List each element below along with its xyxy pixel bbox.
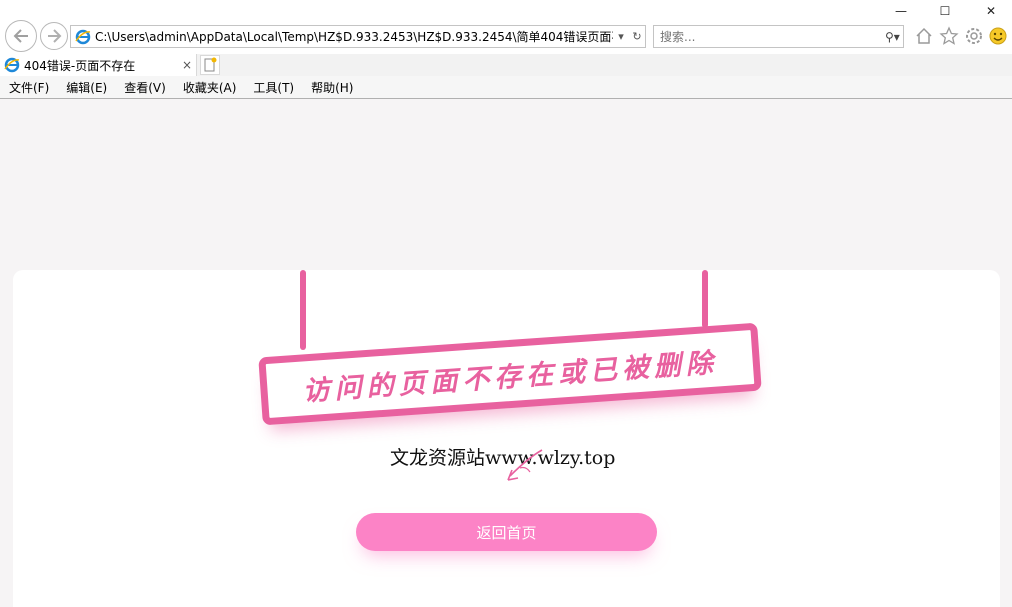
home-icon[interactable] [914,26,934,46]
ie-tab-icon [4,57,20,73]
refresh-icon[interactable]: ↻ [629,30,645,43]
address-text[interactable]: C:\Users\admin\AppData\Local\Temp\HZ$D.9… [95,28,613,45]
minimize-button[interactable]: — [886,4,916,22]
sign-string-right [702,270,708,328]
back-button[interactable] [5,20,37,52]
decorative-arrow-icon [507,449,543,481]
tab-active[interactable]: 404错误-页面不存在 × [0,54,197,76]
menu-tools[interactable]: 工具(T) [244,79,302,96]
new-tab-glyph [204,57,217,72]
maximize-button[interactable]: ☐ [930,4,960,22]
menu-help[interactable]: 帮助(H) [302,79,361,96]
error-message: 访问的页面不存在或已被删除 [301,347,719,407]
forward-arrow-icon [48,29,62,43]
return-home-button[interactable]: 返回首页 [356,513,657,551]
favorites-star-icon[interactable] [939,26,959,46]
menu-view[interactable]: 查看(V) [115,79,174,96]
forward-button[interactable] [40,22,68,50]
menu-file[interactable]: 文件(F) [0,79,57,96]
menu-bar: 文件(F) 编辑(E) 查看(V) 收藏夹(A) 工具(T) 帮助(H) [0,76,1012,99]
sign-string-left [300,270,306,350]
smiley-feedback-icon[interactable] [988,26,1008,46]
menu-favorites[interactable]: 收藏夹(A) [174,79,245,96]
back-arrow-icon [13,29,28,43]
dropdown-icon[interactable]: ▾ [613,30,629,43]
address-bar[interactable]: C:\Users\admin\AppData\Local\Temp\HZ$D.9… [70,25,646,48]
ie-page-icon [75,29,91,44]
content-card [13,270,1000,607]
tab-bar: 404错误-页面不存在 × [0,54,1012,76]
search-box[interactable]: ⚲▾ [653,25,904,48]
search-input[interactable] [654,26,885,47]
close-window-button[interactable]: ✕ [976,4,1006,22]
tab-title: 404错误-页面不存在 [24,58,136,73]
search-icon[interactable]: ⚲▾ [885,30,903,44]
browser-toolbar: — ☐ ✕ C:\Users\admin\AppData\Local\Temp\… [0,0,1012,54]
new-tab-icon[interactable] [200,55,220,75]
menu-edit[interactable]: 编辑(E) [57,79,115,96]
tab-close-icon[interactable]: × [178,58,196,72]
settings-gear-icon[interactable] [964,26,984,46]
